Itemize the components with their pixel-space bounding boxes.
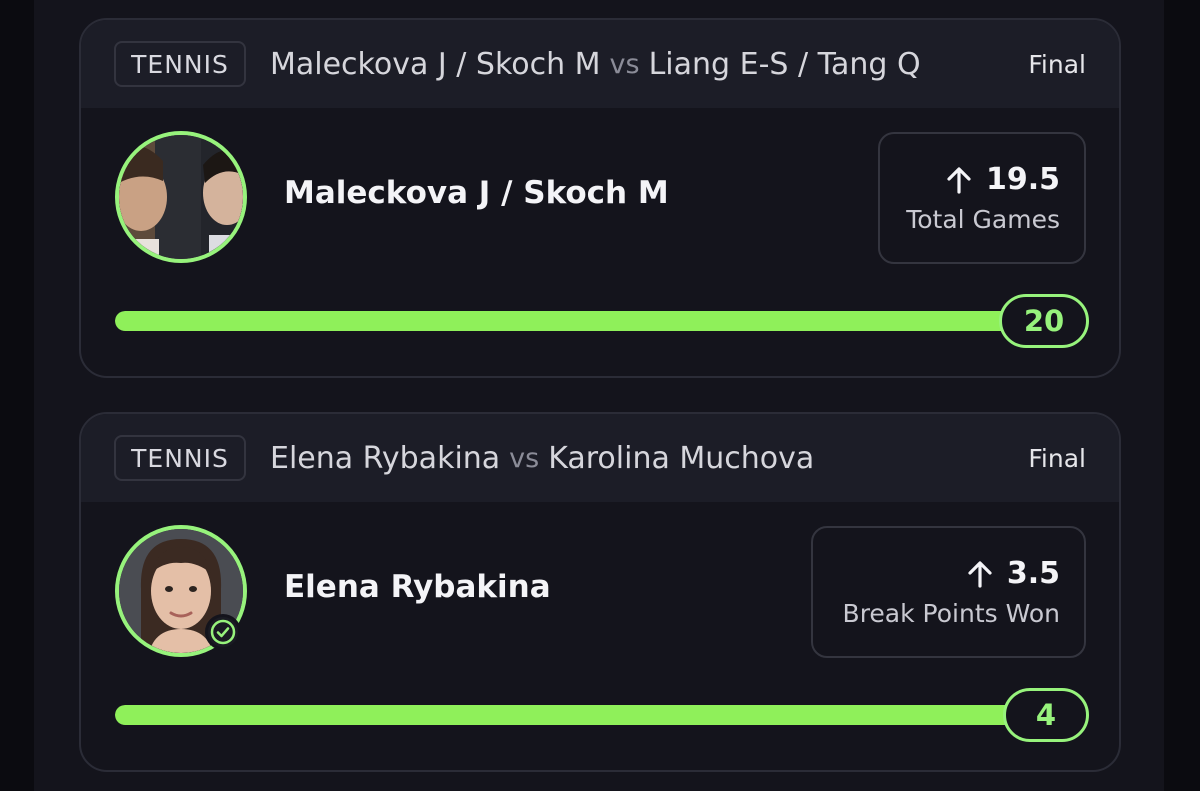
page: TENNIS Maleckova J / Skoch M vs Liang E-…	[0, 0, 1200, 791]
team-b-name: Karolina Muchova	[548, 440, 815, 476]
team-a-name: Elena Rybakina	[270, 440, 501, 476]
result-pill: 20	[999, 294, 1089, 348]
match-status: Final	[1028, 443, 1086, 473]
line-value: 19.5	[985, 162, 1060, 197]
match-status: Final	[1028, 49, 1086, 79]
matchup-title: Maleckova J / Skoch M vs Liang E-S / Tan…	[270, 20, 921, 108]
stat-line-box[interactable]: 19.5 Total Games	[878, 132, 1086, 264]
check-circle-icon	[210, 619, 236, 645]
sport-badge: TENNIS	[114, 41, 246, 87]
verified-badge	[205, 614, 241, 650]
stat-line-value: 19.5	[946, 162, 1060, 197]
stat-label: Break Points Won	[842, 599, 1060, 628]
card-header: TENNIS Maleckova J / Skoch M vs Liang E-…	[81, 20, 1119, 108]
pick-card[interactable]: TENNIS Maleckova J / Skoch M vs Liang E-…	[79, 18, 1121, 378]
pick-card[interactable]: TENNIS Elena Rybakina vs Karolina Muchov…	[79, 412, 1121, 772]
result-pill: 4	[1003, 688, 1089, 742]
progress-fill	[115, 311, 1055, 331]
vs-separator: vs	[509, 442, 540, 474]
player-name: Elena Rybakina	[284, 569, 551, 605]
progress-track	[115, 311, 1055, 331]
stat-line-box[interactable]: 3.5 Break Points Won	[811, 526, 1086, 658]
card-header: TENNIS Elena Rybakina vs Karolina Muchov…	[81, 414, 1119, 502]
matchup-title: Elena Rybakina vs Karolina Muchova	[270, 414, 814, 502]
stat-label: Total Games	[906, 205, 1060, 234]
progress-fill	[115, 705, 1055, 725]
arrow-up-icon	[968, 560, 992, 588]
sport-badge: TENNIS	[114, 435, 246, 481]
progress-track	[115, 705, 1055, 725]
team-b-name: Liang E-S / Tang Q	[648, 46, 921, 82]
team-a-name: Maleckova J / Skoch M	[270, 46, 601, 82]
doubles-team-photo	[119, 135, 243, 259]
player-name: Maleckova J / Skoch M	[284, 175, 669, 211]
stat-line-value: 3.5	[967, 556, 1060, 591]
arrow-up-icon	[947, 166, 971, 194]
vs-separator: vs	[609, 48, 640, 80]
line-value: 3.5	[1006, 556, 1060, 591]
doubles-team-avatar	[115, 131, 247, 263]
